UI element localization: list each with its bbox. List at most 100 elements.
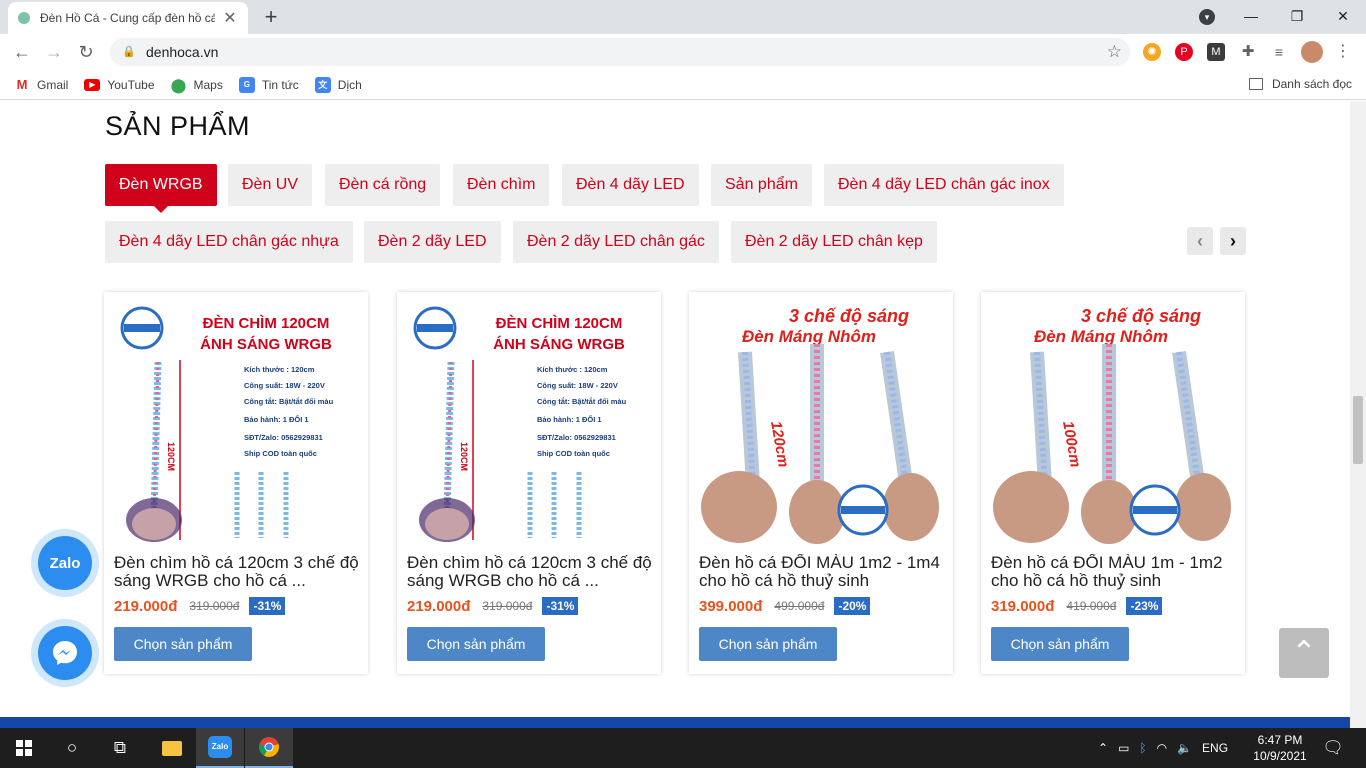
reading-list[interactable]: Danh sách đọc	[1248, 77, 1352, 91]
product-card[interactable]: 3 chế độ sáng Đèn Máng Nhôm 100cm Đèn hồ…	[981, 292, 1245, 674]
youtube-icon: ▶	[84, 78, 101, 91]
product-name[interactable]: Đèn chìm hồ cá 120cm 3 chế độ sáng WRGB …	[407, 554, 653, 590]
reload-icon[interactable]: ↻	[74, 40, 98, 64]
product-card[interactable]: 3 chế độ sáng Đèn Máng Nhôm 120cm Đèn hồ…	[689, 292, 953, 674]
wifi-icon[interactable]: ◠	[1157, 741, 1167, 755]
file-explorer-icon[interactable]	[148, 728, 196, 768]
taskbar-clock[interactable]: 6:47 PM 10/9/2021	[1250, 732, 1310, 764]
bookmark-translate[interactable]: 文 Dịch	[314, 76, 362, 93]
avatar[interactable]	[1301, 41, 1323, 63]
bookmark-news[interactable]: G Tin tức	[238, 76, 299, 93]
menu-kebab-icon[interactable]: ⋮	[1334, 43, 1352, 61]
forward-icon[interactable]: →	[42, 40, 66, 64]
prev-arrow-icon[interactable]: ‹	[1187, 227, 1213, 255]
category-tab-2-day-kep[interactable]: Đèn 2 dãy LED chân kẹp	[731, 221, 937, 263]
price-row: 319.000đ 419.000đ -23%	[991, 597, 1163, 615]
media-control-icon[interactable]: ≡	[1270, 43, 1288, 61]
task-view-icon[interactable]: ⧉	[96, 728, 144, 768]
maps-pin-icon: ⬤	[170, 76, 187, 93]
search-icon[interactable]: ○	[48, 728, 96, 768]
restore-icon[interactable]: ❐	[1284, 4, 1310, 28]
bookmark-maps[interactable]: ⬤ Maps	[171, 77, 223, 93]
zalo-chat-button[interactable]: Zalo	[31, 529, 99, 597]
product-card[interactable]: ĐÈN CHÌM 120CM ÁNH SÁNG WRGB 120CM Kích …	[397, 292, 661, 674]
old-price: 319.000đ	[482, 599, 533, 613]
bookmark-gmail[interactable]: M Gmail	[14, 76, 68, 93]
svg-text:Công tắt: Bật/tắt đổi màu: Công tắt: Bật/tắt đổi màu	[537, 397, 627, 406]
product-card[interactable]: ĐÈN CHÌM 120CM ÁNH SÁNG WRGB 120CM Kích …	[104, 292, 368, 674]
mendeley-icon[interactable]: M	[1207, 43, 1225, 61]
address-bar[interactable]: 🔒 denhoca.vn ☆	[110, 38, 1130, 66]
old-price: 319.000đ	[189, 599, 240, 613]
window-close-icon[interactable]: ✕	[1330, 4, 1356, 28]
tray-chevron-icon[interactable]: ⌃	[1098, 741, 1108, 755]
bookmark-youtube[interactable]: ▶ YouTube	[84, 78, 155, 92]
category-tab-uv[interactable]: Đèn UV	[228, 164, 313, 206]
browser-tab[interactable]: Đèn Hồ Cá - Cung cấp đèn hồ cá ✕	[8, 2, 248, 34]
tab-title: Đèn Hồ Cá - Cung cấp đèn hồ cá	[40, 11, 215, 25]
image-headline: 3 chế độ sáng	[1081, 306, 1201, 326]
url-text: denhoca.vn	[146, 44, 219, 60]
system-tray: ⌃ ▭ ᛒ ◠ 🔈 ENG	[1098, 728, 1228, 768]
extension-icon[interactable]: ✺	[1143, 43, 1161, 61]
choose-product-button[interactable]: Chọn sản phẩm	[699, 627, 837, 661]
next-arrow-icon[interactable]: ›	[1220, 227, 1246, 255]
category-tab-4-day-nhua[interactable]: Đèn 4 dãy LED chân gác nhựa	[105, 221, 353, 263]
price-row: 219.000đ 319.000đ -31%	[114, 597, 286, 615]
reading-list-icon	[1248, 78, 1263, 90]
current-price: 399.000đ	[699, 597, 763, 615]
back-to-top-icon[interactable]: ⌃	[1279, 628, 1329, 678]
messenger-chat-button[interactable]	[31, 619, 99, 687]
price-row: 399.000đ 499.000đ -20%	[699, 597, 871, 615]
svg-text:Ship COD toàn quốc: Ship COD toàn quốc	[537, 449, 610, 458]
pinterest-icon[interactable]: P	[1175, 43, 1193, 61]
category-tab-2-day-gac[interactable]: Đèn 2 dãy LED chân gác	[513, 221, 719, 263]
section-title: SẢN PHẨM	[105, 111, 251, 141]
category-tab-4-day[interactable]: Đèn 4 dãy LED	[562, 164, 699, 206]
product-name[interactable]: Đèn hồ cá ĐỔI MÀU 1m - 1m2 cho hồ cá hồ …	[991, 554, 1237, 590]
back-icon[interactable]: ←	[10, 40, 34, 64]
site-favicon-icon	[18, 12, 30, 24]
chrome-taskbar-icon[interactable]	[245, 728, 293, 768]
image-size-label: 120CM	[166, 442, 176, 471]
product-image[interactable]: 3 chế độ sáng Đèn Máng Nhôm 100cm	[991, 302, 1235, 544]
zalo-taskbar-icon[interactable]: Zalo	[196, 728, 244, 768]
tab-search-icon[interactable]: ▾	[1199, 9, 1215, 25]
category-tab-ca-rong[interactable]: Đèn cá rồng	[325, 164, 441, 206]
discount-badge: -23%	[1126, 597, 1163, 615]
category-tab-chim[interactable]: Đèn chìm	[453, 164, 550, 206]
current-price: 319.000đ	[991, 597, 1055, 615]
category-tab-san-pham[interactable]: Sản phẩm	[711, 164, 812, 206]
product-name[interactable]: Đèn chìm hồ cá 120cm 3 chế độ sáng WRGB …	[114, 554, 360, 590]
new-tab-button[interactable]: +	[258, 4, 284, 30]
product-name[interactable]: Đèn hồ cá ĐỔI MÀU 1m2 - 1m4 cho hồ cá hồ…	[699, 554, 945, 590]
category-tab-2-day[interactable]: Đèn 2 dãy LED	[364, 221, 501, 263]
svg-text:SĐT/Zalo: 0562929831: SĐT/Zalo: 0562929831	[537, 433, 616, 442]
category-tab-4-day-inox[interactable]: Đèn 4 dãy LED chân gác inox	[824, 164, 1064, 206]
battery-icon[interactable]: ▭	[1118, 741, 1129, 755]
image-subheadline: Đèn Máng Nhôm	[742, 327, 876, 346]
bluetooth-icon[interactable]: ᛒ	[1139, 741, 1146, 755]
language-indicator[interactable]: ENG	[1202, 741, 1228, 755]
bookmark-star-icon[interactable]: ☆	[1107, 42, 1122, 62]
product-image[interactable]: 3 chế độ sáng Đèn Máng Nhôm 120cm	[699, 302, 943, 544]
scrollbar-thumb[interactable]	[1353, 396, 1363, 464]
minimize-icon[interactable]: —	[1238, 4, 1264, 28]
clock-time: 6:47 PM	[1257, 733, 1303, 747]
category-tab-wrgb[interactable]: Đèn WRGB	[105, 164, 217, 213]
volume-icon[interactable]: 🔈	[1177, 741, 1192, 755]
svg-text:Công tắt: Bật/tắt đổi màu: Công tắt: Bật/tắt đổi màu	[244, 397, 334, 406]
choose-product-button[interactable]: Chọn sản phẩm	[407, 627, 545, 661]
product-image[interactable]: ĐÈN CHÌM 120CM ÁNH SÁNG WRGB 120CM Kích …	[407, 302, 651, 544]
current-price: 219.000đ	[407, 597, 471, 615]
product-image[interactable]: ĐÈN CHÌM 120CM ÁNH SÁNG WRGB 120CM Kích …	[114, 302, 358, 544]
choose-product-button[interactable]: Chọn sản phẩm	[114, 627, 252, 661]
page-content: SẢN PHẨM Đèn WRGB Đèn UV Đèn cá rồng Đèn…	[0, 101, 1350, 728]
news-icon: G	[238, 76, 255, 93]
close-tab-icon[interactable]: ✕	[222, 8, 238, 28]
choose-product-button[interactable]: Chọn sản phẩm	[991, 627, 1129, 661]
page-scrollbar[interactable]	[1350, 101, 1366, 728]
windows-start-icon[interactable]	[0, 728, 48, 768]
extensions-puzzle-icon[interactable]: ✚	[1239, 43, 1257, 61]
notification-icon[interactable]: 🗨	[1310, 728, 1356, 768]
